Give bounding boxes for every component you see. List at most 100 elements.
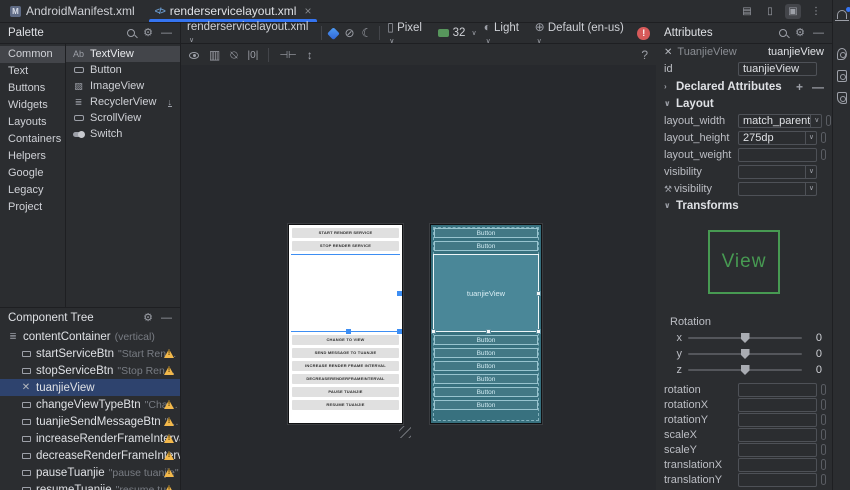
id-input[interactable]: tuanjieView <box>738 62 817 76</box>
android-button[interactable]: RESUME TUANJIE <box>292 400 399 410</box>
scaleX-input[interactable] <box>738 428 817 442</box>
layout_height-dropdown[interactable]: 275dp∨ <box>738 131 817 145</box>
layout-section[interactable]: ∨ Layout <box>656 95 832 112</box>
tools-visibility-dropdown[interactable]: ∨ <box>738 182 817 196</box>
blueprint-button[interactable]: Button <box>434 335 538 345</box>
autoconnect-off-icon[interactable]: ⍉ <box>230 48 237 63</box>
layout_width-dropdown[interactable]: match_parent∨ <box>738 114 822 128</box>
layout-inspector-icon[interactable] <box>835 92 849 106</box>
more-kebab-icon[interactable]: ⋮ <box>808 4 824 19</box>
palette-item-imageview[interactable]: ▨ImageView <box>66 78 180 94</box>
constraint-pill[interactable] <box>821 444 826 455</box>
android-button[interactable]: INCREASE RENDER FRAME INTERVAL <box>292 361 399 371</box>
blueprint-button[interactable]: Button <box>434 228 538 238</box>
palette-item-button[interactable]: Button <box>66 62 180 78</box>
transforms-section[interactable]: ∨ Transforms <box>656 197 832 214</box>
api-selector[interactable]: 32 ∨ <box>438 27 477 39</box>
palette-category-buttons[interactable]: Buttons <box>0 80 65 97</box>
palette-category-layouts[interactable]: Layouts <box>0 114 65 131</box>
rotationX-input[interactable] <box>738 398 817 412</box>
minimize-icon[interactable]: — <box>161 28 172 39</box>
resize-grip-icon[interactable] <box>399 426 411 438</box>
running-devices-icon[interactable] <box>835 70 849 84</box>
add-attribute-icon[interactable]: + <box>796 80 803 94</box>
constraint-pill[interactable] <box>821 474 826 485</box>
palette-category-containers[interactable]: Containers <box>0 131 65 148</box>
slider-thumb[interactable] <box>741 349 750 359</box>
slider-thumb[interactable] <box>741 365 750 375</box>
preview-selected-icon[interactable]: ▣ <box>785 4 801 19</box>
resize-handle[interactable] <box>536 329 541 334</box>
search-icon[interactable] <box>779 29 787 37</box>
palette-category-google[interactable]: Google <box>0 165 65 182</box>
download-icon[interactable]: ↓ <box>168 98 173 107</box>
translationY-input[interactable] <box>738 473 817 487</box>
visibility-dropdown[interactable]: ∨ <box>738 165 817 179</box>
gear-icon[interactable]: ⚙ <box>143 313 153 324</box>
android-button[interactable]: PAUSE TUANJIE <box>292 387 399 397</box>
no-system-ui-icon[interactable]: ⊘ <box>344 27 354 39</box>
close-icon[interactable]: × <box>304 4 311 18</box>
android-button[interactable]: START RENDER SERVICE <box>292 228 399 238</box>
translationX-input[interactable] <box>738 458 817 472</box>
night-mode-icon[interactable]: ☾ <box>362 27 373 39</box>
slider-track[interactable] <box>688 353 802 355</box>
selected-tuanjie-view-blueprint[interactable]: tuanjieView <box>433 254 539 332</box>
tree-row-contentContainer[interactable]: ≣contentContainer(vertical) <box>0 328 180 345</box>
tree-row-stopServiceBtn[interactable]: stopServiceBtn"Stop Render Servi... <box>0 362 180 379</box>
blueprint-preview-phone[interactable]: Button Button tuanjieView Button Button But… <box>430 224 542 424</box>
selected-tuanjie-view[interactable] <box>291 254 400 332</box>
default-margins-icon[interactable]: |0| <box>248 50 259 61</box>
design-surface[interactable]: START RENDER SERVICESTOP RENDER SERVICE … <box>181 65 656 490</box>
constraint-pill[interactable] <box>821 384 826 395</box>
palette-item-scrollview[interactable]: ScrollView <box>66 110 180 126</box>
tool-window-icon[interactable]: ▯ <box>762 4 778 19</box>
tab-androidmanifest[interactable]: M AndroidManifest.xml <box>0 0 145 22</box>
resize-handle[interactable] <box>346 329 351 334</box>
device-selector[interactable]: ▯ Pixel ∨ <box>387 21 430 46</box>
blueprint-button[interactable]: Button <box>434 400 538 410</box>
resize-handle[interactable] <box>397 291 402 296</box>
gear-icon[interactable]: ⚙ <box>795 28 805 39</box>
locale-selector[interactable]: ⊕ Default (en-us) ∨ <box>535 21 631 46</box>
assistant-icon[interactable] <box>835 48 849 62</box>
tree-row-decreaseRenderFrameInterval[interactable]: decreaseRenderFrameInterval"... <box>0 447 180 464</box>
palette-category-common[interactable]: Common <box>0 46 65 63</box>
palette-item-recyclerview[interactable]: ≣RecyclerView↓ <box>66 94 180 110</box>
constraint-pill[interactable] <box>826 115 831 126</box>
align-horizontal-icon[interactable]: ⊣⊢ <box>279 50 296 61</box>
view-options-eye-icon[interactable] <box>189 52 199 59</box>
resize-handle[interactable] <box>397 329 402 334</box>
tree-row-changeViewTypeBtn[interactable]: changeViewTypeBtn"Change To ... <box>0 396 180 413</box>
constraint-pill[interactable] <box>821 429 826 440</box>
rotationY-input[interactable] <box>738 413 817 427</box>
theme-selector[interactable]: ◐ Light ∨ <box>484 21 528 46</box>
palette-category-helpers[interactable]: Helpers <box>0 148 65 165</box>
constraint-pill[interactable] <box>821 132 826 143</box>
layout_weight-input[interactable] <box>738 148 817 162</box>
tree-row-resumeTuanjie[interactable]: resumeTuanjie"resume tuanjie" <box>0 481 180 490</box>
blueprint-button[interactable]: Button <box>434 387 538 397</box>
minimize-icon[interactable]: — <box>813 28 824 39</box>
constraint-pill[interactable] <box>821 459 826 470</box>
constraint-pill[interactable] <box>821 414 826 425</box>
constraint-pill[interactable] <box>821 149 826 160</box>
slider-thumb[interactable] <box>741 333 750 343</box>
search-icon[interactable] <box>127 29 135 37</box>
slider-track[interactable] <box>688 337 802 339</box>
column-layout-icon[interactable]: ▥ <box>209 48 220 62</box>
constraint-pill[interactable] <box>821 399 826 410</box>
blueprint-button[interactable]: Button <box>434 374 538 384</box>
scaleY-input[interactable] <box>738 443 817 457</box>
tab-renderservicelayout[interactable]: </> renderservicelayout.xml × <box>145 0 322 22</box>
help-icon[interactable]: ? <box>641 48 648 62</box>
minimize-icon[interactable]: — <box>161 313 172 324</box>
palette-item-switch[interactable]: Switch <box>66 126 180 142</box>
android-button[interactable]: CHANGE TO VIEW <box>292 335 399 345</box>
resize-handle[interactable] <box>536 291 541 296</box>
android-button[interactable]: SEND MESSAGE TO TUANJIE <box>292 348 399 358</box>
file-selector[interactable]: renderservicelayout.xml ∨ <box>187 21 314 45</box>
blueprint-button[interactable]: Button <box>434 348 538 358</box>
palette-category-project[interactable]: Project <box>0 199 65 216</box>
resize-handle[interactable] <box>486 329 491 334</box>
